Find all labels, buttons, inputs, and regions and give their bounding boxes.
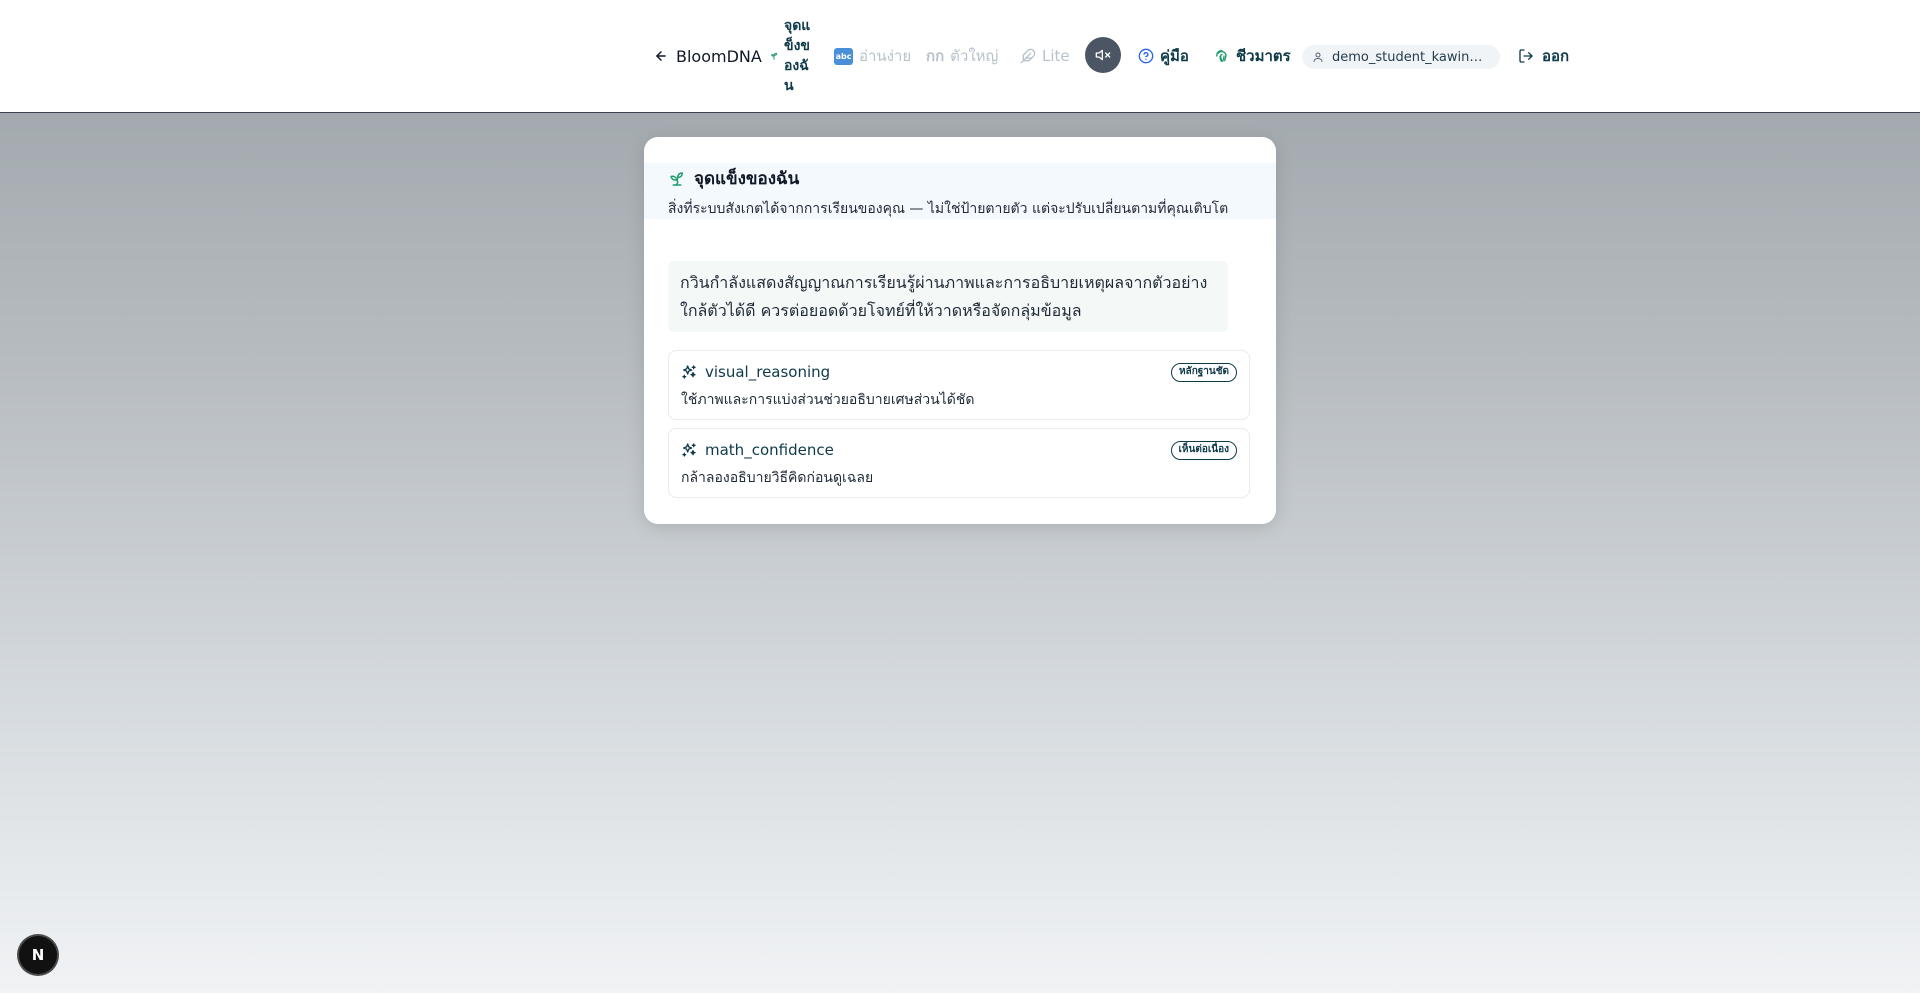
strength-name-text: visual_reasoning	[705, 363, 831, 381]
sprout-icon	[670, 171, 683, 186]
modal-title-text: จุดแข็งของฉัน	[694, 169, 800, 189]
large-text-icon: กก	[926, 47, 945, 65]
dev-tools-button[interactable]: N	[19, 936, 57, 974]
sprout-icon	[771, 52, 778, 60]
mute-sound-button[interactable]	[1085, 37, 1121, 73]
biometric-label: ชีวมาตร	[1236, 47, 1291, 65]
strengths-summary: กวินกำลังแสดงสัญญาณการเรียนรู้ผ่านภาพและ…	[668, 261, 1228, 332]
strength-description: กล้าลองอธิบายวิธีคิดก่อนดูเฉลย	[681, 470, 874, 486]
my-strengths-label: จุดแข็งของฉัน	[784, 18, 811, 94]
back-button-label: BloomDNA	[676, 46, 762, 66]
top-navigation-bar: BloomDNA จุดแข็งของฉัน abc อ่านง่าย กก ต…	[0, 0, 1920, 113]
lite-mode-toggle[interactable]: Lite	[1020, 0, 1070, 112]
help-circle-icon	[1138, 48, 1154, 64]
user-icon	[1313, 52, 1323, 62]
strengths-modal: จุดแข็งของฉัน สิ่งที่ระบบสังเกตได้จากการ…	[644, 137, 1276, 524]
lite-mode-label: Lite	[1042, 47, 1070, 65]
modal-subtitle: สิ่งที่ระบบสังเกตได้จากการเรียนของคุณ — …	[668, 201, 1229, 217]
log-out-icon	[1519, 49, 1533, 63]
strength-card[interactable]: visual_reasoning หลักฐานชัด ใช้ภาพและการ…	[668, 350, 1250, 420]
modal-title: จุดแข็งของฉัน	[668, 165, 799, 192]
sparkles-icon	[682, 365, 696, 379]
strength-name: visual_reasoning	[681, 363, 830, 381]
user-email: demo_student_kawin@bl...	[1332, 49, 1492, 65]
back-button[interactable]: BloomDNA	[654, 0, 762, 112]
user-account-chip[interactable]: demo_student_kawin@bl...	[1302, 45, 1500, 69]
abc-icon: abc	[834, 47, 853, 65]
easy-read-toggle[interactable]: abc อ่านง่าย	[834, 0, 911, 112]
strength-description: ใช้ภาพและการแบ่งส่วนช่วยอธิบายเศษส่วนได้…	[681, 392, 975, 408]
guide-label: คู่มือ	[1160, 47, 1189, 65]
sparkles-icon	[682, 443, 696, 457]
easy-read-label: อ่านง่าย	[859, 47, 912, 65]
volume-mute-icon	[1095, 49, 1111, 61]
biometric-link[interactable]: ชีวมาตร	[1214, 0, 1291, 112]
guide-link[interactable]: คู่มือ	[1138, 0, 1189, 112]
fingerprint-icon	[1216, 50, 1227, 62]
large-text-toggle[interactable]: กก ตัวใหญ่	[926, 0, 998, 112]
my-strengths-link[interactable]: จุดแข็งของฉัน	[770, 0, 812, 112]
large-text-label: ตัวใหญ่	[950, 47, 999, 65]
feather-icon	[1020, 48, 1036, 64]
evidence-badge: หลักฐานชัด	[1170, 363, 1237, 382]
arrow-left-icon	[656, 51, 666, 61]
evidence-badge: เห็นต่อเนื่อง	[1170, 441, 1237, 460]
strength-name-text: math_confidence	[705, 441, 834, 459]
strength-name: math_confidence	[681, 441, 834, 459]
logout-button[interactable]: ออก	[1518, 0, 1569, 112]
logout-label: ออก	[1542, 47, 1570, 65]
strength-card[interactable]: math_confidence เห็นต่อเนื่อง กล้าลองอธิ…	[668, 428, 1250, 498]
